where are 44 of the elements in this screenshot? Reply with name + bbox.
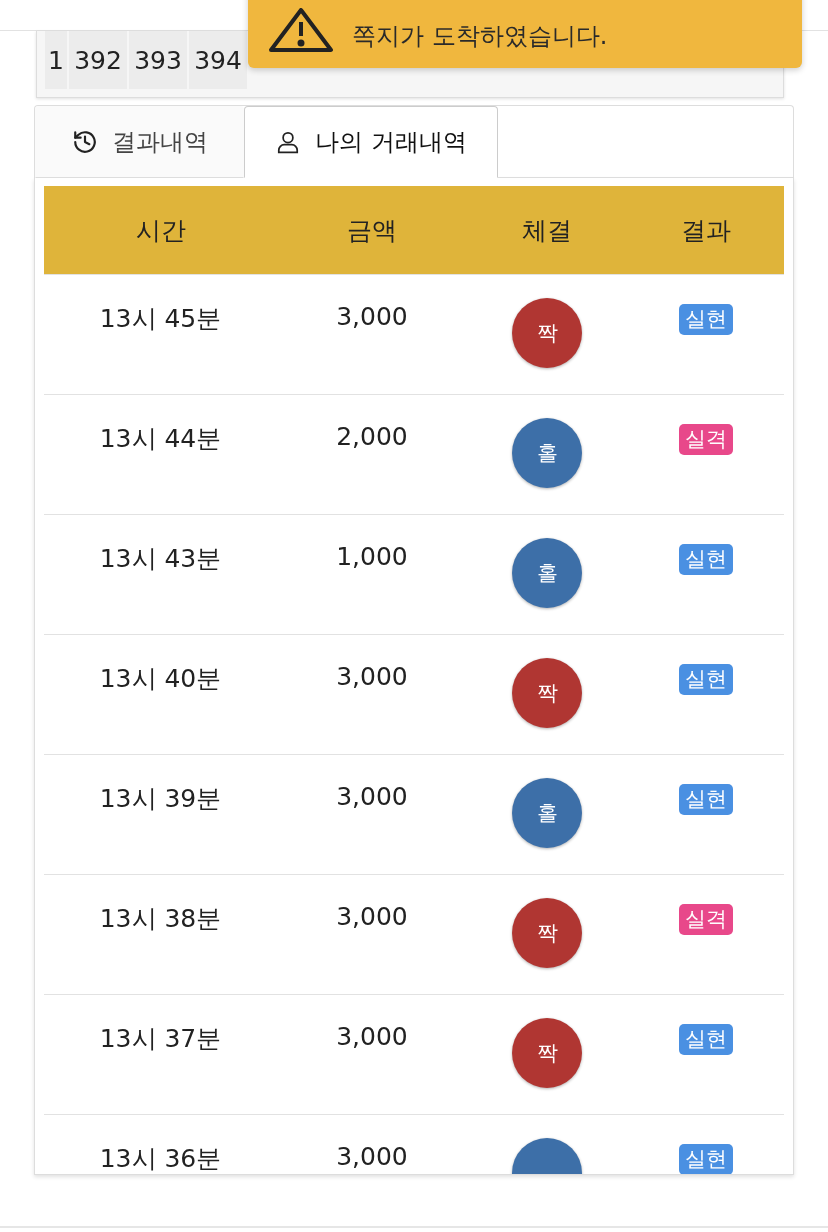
page-number[interactable]: 392 — [69, 31, 127, 89]
page-number[interactable]: 394 — [189, 31, 247, 89]
bet-ball: 짝 — [512, 658, 582, 728]
column-header: 시간 — [134, 214, 187, 247]
result-badge: 실현 — [678, 1144, 733, 1174]
time-cell-text: 13시 38분 — [99, 903, 222, 935]
amount-cell: 3,000 — [336, 1022, 408, 1051]
tab[interactable]: 결과내역 — [35, 106, 244, 178]
page-number[interactable]: 1 — [45, 31, 67, 89]
warning-icon — [268, 8, 334, 52]
time-cell-text: 13시 36분 — [99, 1143, 222, 1174]
column-header: 체결 — [521, 214, 573, 247]
time-cell-text: 13시 40분 — [99, 663, 222, 695]
amount-cell: 1,000 — [336, 542, 408, 571]
amount-cell: 3,000 — [336, 782, 408, 811]
bet-ball: 짝 — [512, 1018, 582, 1088]
amount-cell: 3,000 — [336, 902, 408, 931]
bet-ball: 짝 — [512, 298, 582, 368]
amount-cell: 3,000 — [336, 302, 408, 331]
bet-ball: 짝 — [512, 898, 582, 968]
time-cell-text: 13시 44분 — [99, 423, 222, 455]
history-icon — [71, 129, 98, 155]
column-header: 결과 — [679, 214, 732, 247]
amount-cell: 3,000 — [336, 1142, 408, 1171]
result-badge: 실격 — [678, 424, 733, 456]
column-header: 금액 — [346, 214, 398, 247]
amount-cell: 2,000 — [336, 422, 408, 451]
bet-ball: 홀 — [512, 778, 582, 848]
time-cell-text: 13시 37분 — [99, 1023, 222, 1055]
time-cell-text: 13시 43분 — [99, 543, 222, 575]
time-cell-text: 13시 39분 — [99, 783, 222, 815]
result-badge: 실현 — [678, 304, 733, 336]
result-badge: 실현 — [678, 544, 733, 576]
amount-cell: 3,000 — [336, 662, 408, 691]
toast-message: 쪽지가 도착하였습니다. — [352, 21, 608, 52]
bet-ball: 홀 — [512, 538, 582, 608]
result-badge: 실현 — [678, 1024, 733, 1056]
result-badge: 실격 — [678, 904, 733, 936]
bet-ball: 홀 — [512, 418, 582, 488]
result-badge: 실현 — [678, 784, 733, 816]
result-badge: 실현 — [678, 664, 733, 696]
tab[interactable]: 나의 거래내역 — [244, 106, 498, 178]
page-number[interactable]: 393 — [129, 31, 187, 89]
time-cell-text: 13시 45분 — [99, 303, 222, 335]
